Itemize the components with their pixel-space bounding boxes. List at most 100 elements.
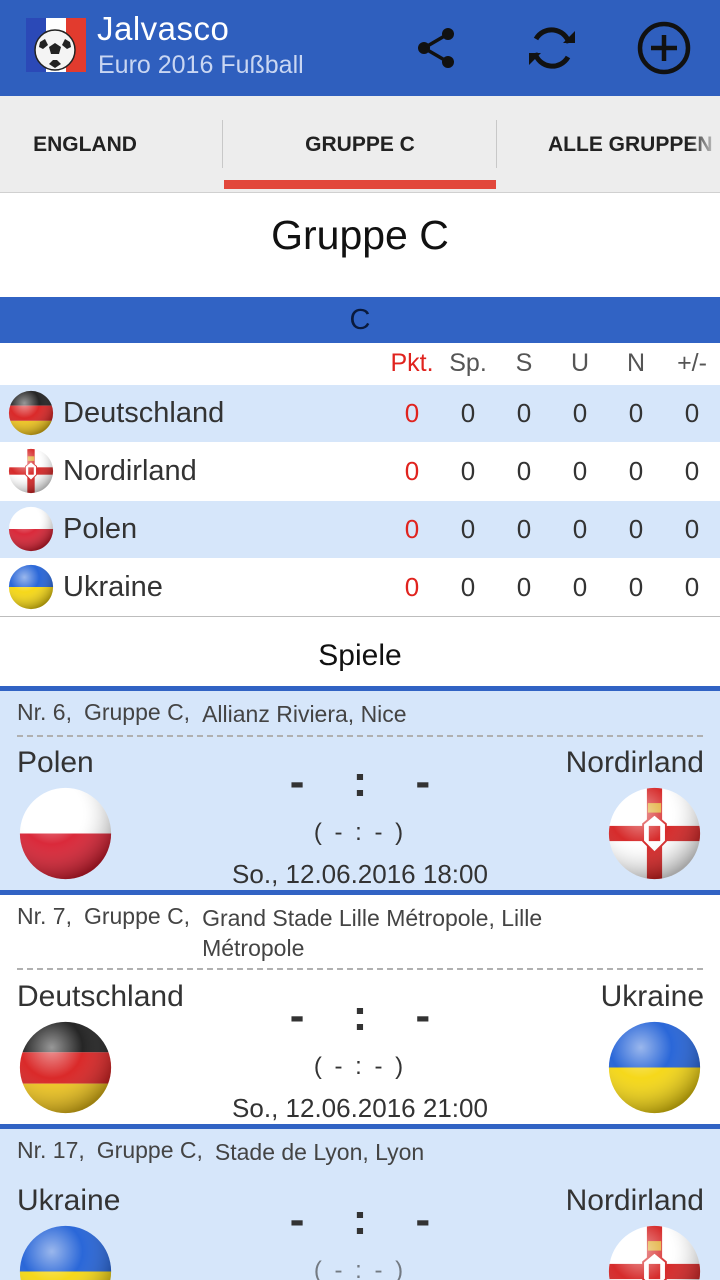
column-header-wins: S: [515, 349, 533, 377]
home-team: Deutschland: [17, 980, 184, 1013]
app-subtitle: Euro 2016 Fußball: [98, 51, 304, 79]
match-date: So., 12.06.2016 21:00: [232, 1093, 488, 1123]
played-value: 0: [460, 456, 476, 486]
played-value: 0: [460, 398, 476, 428]
tab-bar: ENGLAND GRUPPE C ALLE GRUPPEN: [0, 96, 720, 193]
goal-diff-value: 0: [684, 456, 700, 486]
divider: [17, 968, 703, 970]
match-venue: Stade de Lyon, Lyon: [214, 1139, 425, 1165]
refresh-icon: [529, 27, 575, 69]
match-number: Nr. 6,: [17, 699, 72, 725]
away-team: Nordirland: [565, 1184, 704, 1217]
section-title-matches: Spiele: [318, 639, 402, 672]
home-team: Polen: [17, 746, 94, 779]
tab-divider: [222, 120, 223, 168]
match-info: Nr. 6, Gruppe C, Allianz Riviera, Nice: [17, 699, 407, 729]
match-group: Gruppe C,: [83, 699, 191, 725]
played-value: 0: [460, 514, 476, 544]
goal-diff-value: 0: [684, 398, 700, 428]
away-team: Nordirland: [565, 746, 704, 779]
points-value: 0: [404, 514, 420, 544]
draws-value: 0: [572, 398, 588, 428]
halftime-score: ( - : - ): [313, 1257, 407, 1280]
add-icon: [637, 21, 691, 75]
share-button[interactable]: [406, 18, 466, 78]
flag-northern-ireland-icon: [608, 787, 701, 880]
match-card[interactable]: Nr. 17, Gruppe C, Stade de Lyon, Lyon Uk…: [0, 1124, 720, 1280]
match-number: Nr. 17,: [17, 1137, 85, 1163]
match-card[interactable]: Nr. 7, Gruppe C, Grand Stade Lille Métro…: [0, 890, 720, 1126]
column-header-draws: U: [570, 349, 590, 377]
share-icon: [418, 28, 454, 68]
column-header-points: Pkt.: [390, 349, 434, 377]
tab-gruppe-c[interactable]: GRUPPE C: [224, 96, 496, 192]
standings-row[interactable]: Deutschland 0 0 0 0 0 0: [0, 385, 720, 443]
flag-northern-ireland-icon: [8, 448, 54, 494]
standings-header: Pkt. Sp. S U N +/-: [0, 343, 720, 385]
draws-value: 0: [572, 572, 588, 602]
flag-poland-icon: [8, 506, 54, 552]
losses-value: 0: [628, 398, 644, 428]
divider: [0, 616, 720, 617]
tab-alle-gruppen[interactable]: ALLE GRUPPEN: [498, 96, 720, 192]
flag-germany-icon: [8, 390, 54, 436]
team-name: Deutschland: [63, 397, 225, 429]
flag-ukraine-icon: [8, 564, 54, 610]
standings-row[interactable]: Polen 0 0 0 0 0 0: [0, 501, 720, 559]
wins-value: 0: [516, 398, 532, 428]
match-info: Nr. 7, Gruppe C, Grand Stade Lille Métro…: [17, 903, 602, 963]
match-venue: Grand Stade Lille Métropole, Lille Métro…: [202, 905, 543, 961]
match-card[interactable]: Nr. 6, Gruppe C, Allianz Riviera, Nice P…: [0, 686, 720, 892]
add-button[interactable]: [634, 18, 694, 78]
match-group: Gruppe C,: [83, 903, 191, 929]
team-name: Polen: [63, 513, 138, 545]
match-number: Nr. 7,: [17, 903, 72, 929]
app-title: Jalvasco: [97, 10, 230, 47]
halftime-score: ( - : - ): [313, 1053, 407, 1080]
away-team: Ukraine: [600, 980, 704, 1013]
team-name: Ukraine: [63, 571, 163, 603]
losses-value: 0: [628, 456, 644, 486]
wins-value: 0: [516, 514, 532, 544]
match-score: - : -: [289, 757, 449, 806]
halftime-score: ( - : - ): [313, 819, 407, 846]
played-value: 0: [460, 572, 476, 602]
goal-diff-value: 0: [684, 572, 700, 602]
standings-table: Deutschland 0 0 0 0 0 0 Nordirland 0 0 0…: [0, 385, 720, 617]
draws-value: 0: [572, 456, 588, 486]
column-header-goal-diff: +/-: [677, 349, 707, 377]
page-title: Gruppe C: [271, 212, 449, 258]
standings-row[interactable]: Ukraine 0 0 0 0 0 0: [0, 559, 720, 617]
match-date: So., 12.06.2016 18:00: [232, 859, 488, 889]
draws-value: 0: [572, 514, 588, 544]
flag-northern-ireland-icon: [608, 1225, 701, 1280]
tab-divider: [496, 120, 497, 168]
points-value: 0: [404, 456, 420, 486]
flag-germany-icon: [19, 1021, 112, 1114]
refresh-button[interactable]: [522, 18, 582, 78]
losses-value: 0: [628, 572, 644, 602]
flag-ukraine-icon: [19, 1225, 112, 1280]
goal-diff-value: 0: [684, 514, 700, 544]
flag-ukraine-icon: [608, 1021, 701, 1114]
match-score: - : -: [289, 991, 449, 1040]
column-header-losses: N: [626, 349, 646, 377]
tab-england[interactable]: ENGLAND: [0, 96, 170, 192]
divider: [17, 735, 703, 737]
flag-poland-icon: [19, 787, 112, 880]
wins-value: 0: [516, 572, 532, 602]
tab-selected-indicator: [224, 180, 496, 189]
match-score: - : -: [289, 1195, 449, 1244]
points-value: 0: [404, 398, 420, 428]
group-header: C: [0, 297, 720, 343]
team-name: Nordirland: [63, 455, 197, 487]
match-info: Nr. 17, Gruppe C, Stade de Lyon, Lyon: [17, 1137, 424, 1167]
points-value: 0: [404, 572, 420, 602]
wins-value: 0: [516, 456, 532, 486]
column-header-played: Sp.: [449, 349, 487, 377]
losses-value: 0: [628, 514, 644, 544]
app-logo-icon: [22, 12, 88, 78]
standings-row[interactable]: Nordirland 0 0 0 0 0 0: [0, 443, 720, 501]
home-team: Ukraine: [17, 1184, 121, 1217]
match-group: Gruppe C,: [96, 1137, 203, 1163]
